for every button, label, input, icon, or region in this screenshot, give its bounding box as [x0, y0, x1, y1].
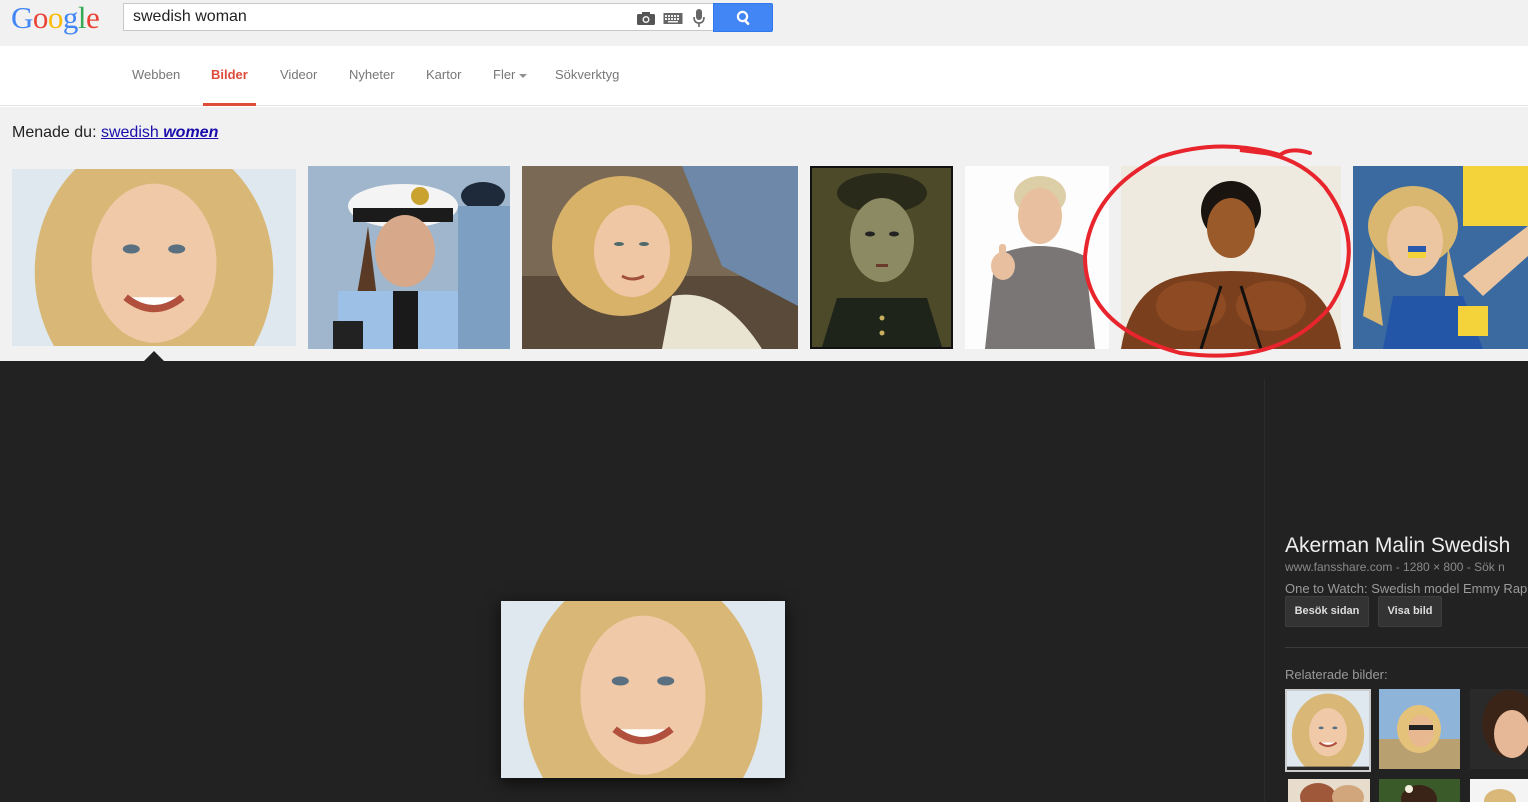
image-info-sidebar: Akerman Malin Swedish www.fansshare.com …: [1264, 379, 1528, 802]
logo-letter: G: [11, 0, 33, 35]
suggestion-correction: women: [163, 124, 219, 141]
related-image-2[interactable]: [1379, 689, 1460, 769]
tab-nyheter[interactable]: Nyheter: [349, 46, 395, 106]
search-button[interactable]: [713, 3, 773, 32]
tab-label: Kartor: [426, 67, 462, 82]
keyboard-icon[interactable]: [663, 10, 683, 26]
tab-bilder[interactable]: Bilder: [203, 46, 256, 106]
related-image-5[interactable]: [1379, 779, 1460, 802]
tab-label: Nyheter: [349, 67, 395, 82]
tab-label: Videor: [280, 67, 318, 82]
tab-webben[interactable]: Webben: [132, 46, 180, 106]
camera-icon[interactable]: [636, 10, 656, 26]
view-image-button[interactable]: Visa bild: [1378, 596, 1442, 627]
suggestion-word: swedish: [100, 124, 159, 141]
annotation-circle: [1082, 144, 1351, 358]
chevron-down-icon: [519, 73, 528, 78]
image-thumbnail-2[interactable]: [308, 166, 510, 349]
image-thumbnail-3[interactable]: [522, 166, 798, 349]
search-input[interactable]: [124, 4, 624, 30]
preview-image[interactable]: [501, 601, 785, 778]
search-icon: [736, 10, 752, 31]
logo-letter: o: [32, 0, 49, 35]
logo-letter: l: [77, 0, 87, 35]
top-bar: Google: [0, 0, 1528, 46]
tab-label: Bilder: [211, 67, 248, 82]
suggestion-link[interactable]: swedish women: [101, 124, 218, 141]
image-thumbnail-1[interactable]: [12, 169, 296, 346]
image-results: Menade du: swedish women: [0, 107, 1528, 362]
button-label: Visa bild: [1387, 605, 1433, 617]
image-description: One to Watch: Swedish model Emmy Rap: [1285, 581, 1528, 596]
divider: [1285, 647, 1528, 648]
logo-letter: e: [86, 0, 100, 35]
did-you-mean: Menade du: swedish women: [12, 124, 218, 142]
related-image-4[interactable]: [1288, 779, 1370, 802]
tab-sokverktyg[interactable]: Sökverktyg: [555, 46, 619, 106]
visit-page-button[interactable]: Besök sidan: [1285, 596, 1369, 627]
tab-videor[interactable]: Videor: [280, 46, 317, 106]
related-image-1[interactable]: [1285, 689, 1371, 772]
button-label: Besök sidan: [1294, 605, 1360, 617]
image-thumbnail-4[interactable]: [810, 166, 953, 349]
tab-label: Fler: [493, 67, 516, 82]
google-logo[interactable]: Google: [11, 0, 100, 35]
logo-letter: o: [47, 0, 64, 35]
search-box: [123, 3, 713, 31]
image-detail-panel: Akerman Malin Swedish www.fansshare.com …: [0, 361, 1528, 802]
nav-bar: Webben Bilder Videor Nyheter Kartor Fler…: [0, 46, 1528, 106]
tab-label: Sökverktyg: [555, 67, 620, 82]
image-thumbnail-7[interactable]: [1353, 166, 1528, 349]
tab-fler[interactable]: Fler: [493, 46, 528, 106]
did-you-mean-label: Menade du:: [12, 124, 97, 141]
microphone-icon[interactable]: [692, 8, 706, 27]
tab-kartor[interactable]: Kartor: [426, 46, 461, 106]
logo-letter: g: [62, 0, 79, 35]
image-title[interactable]: Akerman Malin Swedish: [1285, 534, 1510, 558]
image-meta: www.fansshare.com - 1280 × 800 - Sök n: [1285, 560, 1505, 574]
related-image-6[interactable]: [1470, 779, 1528, 802]
tab-label: Webben: [132, 67, 181, 82]
related-image-3[interactable]: [1470, 689, 1528, 769]
related-images-label: Relaterade bilder:: [1285, 667, 1388, 682]
